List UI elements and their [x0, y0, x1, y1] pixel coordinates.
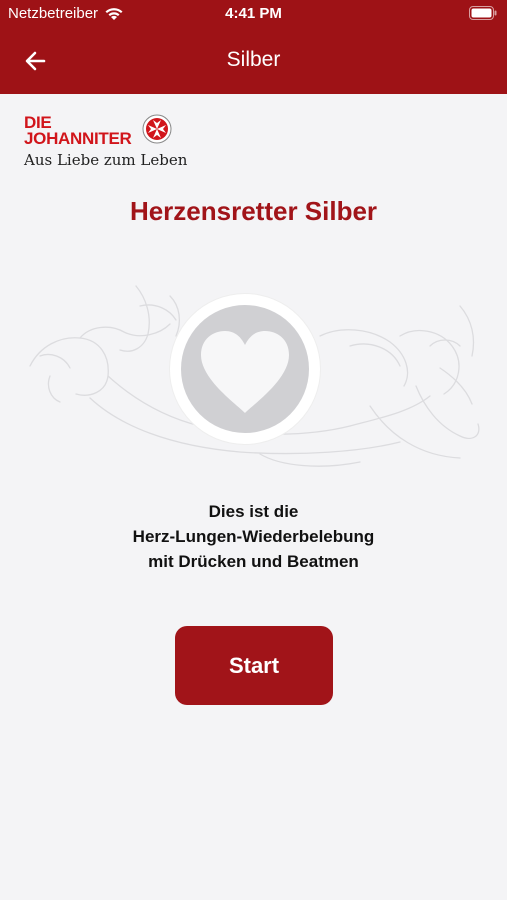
heart-badge [170, 294, 320, 444]
nav-bar: Silber [0, 28, 507, 94]
page-title: Silber [226, 48, 281, 71]
description-line-2: Herz-Lungen-Wiederbelebung [132, 527, 375, 546]
battery-icon [469, 6, 497, 20]
app-header: Netzbetreiber 4:41 PM Silber [0, 0, 507, 94]
description-text: Dies ist die Herz-Lungen-Wiederbelebung … [0, 499, 507, 574]
logo-tagline: Aus Liebe zum Leben [24, 151, 188, 169]
maltese-cross-seal-icon [142, 114, 172, 144]
johanniter-logo: DIE JOHANNITER Aus Liebe zum Leben [24, 114, 188, 174]
description-line-3: mit Drücken und Beatmen [148, 552, 359, 571]
start-button-label: Start [228, 652, 280, 678]
heart-icon [201, 331, 289, 413]
main-heading: Herzensretter Silber [129, 196, 378, 226]
status-time: 4:41 PM [225, 5, 282, 22]
start-button[interactable]: Start [175, 626, 333, 705]
status-bar: Netzbetreiber 4:41 PM [0, 0, 507, 28]
heart-badge-inner [181, 305, 309, 433]
description-line-1: Dies ist die [208, 502, 299, 521]
logo-line2: JOHANNITER [24, 129, 132, 148]
